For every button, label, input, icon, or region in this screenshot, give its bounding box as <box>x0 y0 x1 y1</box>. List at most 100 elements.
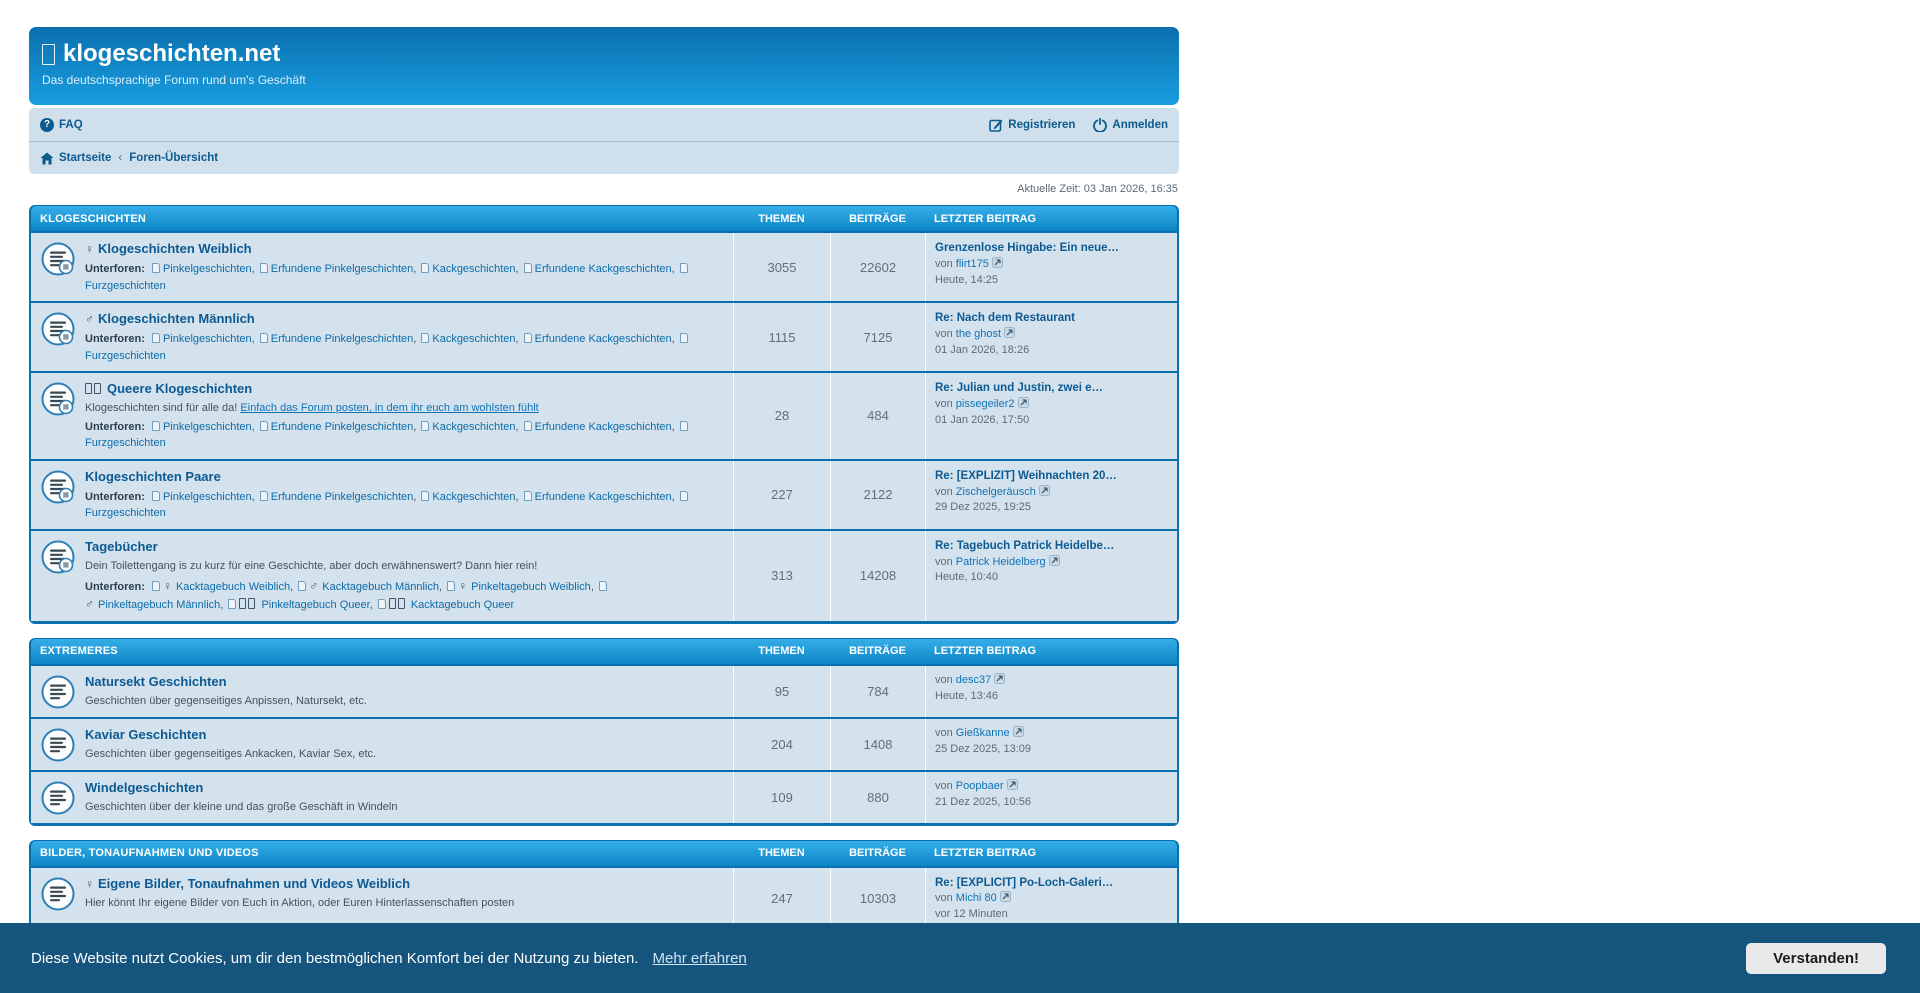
goto-last-post-icon <box>1018 397 1029 408</box>
subforum-link[interactable]: Pinkelgeschichten <box>163 491 252 503</box>
last-post-by: von Zischelgeräusch <box>935 486 1050 498</box>
column-header-last-post: LETZTER BEITRAG <box>925 213 1177 225</box>
site-logo-missing-glyph-icon <box>42 44 55 65</box>
forum-texts: Natursekt Geschichten Geschichten über g… <box>85 673 367 709</box>
breadcrumb-separator: ‹ <box>118 152 122 164</box>
subforum-link[interactable]: Furzgeschichten <box>85 437 166 449</box>
subforum-link[interactable]: Pinkeltagebuch Weiblich <box>471 581 591 593</box>
subforum-link[interactable]: Erfundene Kackgeschichten <box>535 491 672 503</box>
subforum-link[interactable]: Erfundene Pinkelgeschichten <box>271 421 413 433</box>
forum-title-link[interactable]: Queere Klogeschichten <box>107 381 252 396</box>
register-icon <box>989 118 1003 132</box>
register-link[interactable]: Registrieren <box>989 118 1075 132</box>
subforum-link[interactable]: Kackgeschichten <box>432 263 515 275</box>
last-post-user-link[interactable]: Zischelgeräusch <box>956 486 1036 498</box>
cookie-accept-button[interactable]: Verstanden! <box>1746 943 1886 974</box>
subforum-link[interactable]: Furzgeschichten <box>85 507 166 519</box>
forum-row: ♂Klogeschichten Männlich Unterforen: Pin… <box>31 303 1177 371</box>
last-post-topic-link[interactable]: Re: [EXPLICIT] Po-Loch-Galeri… <box>935 875 1167 892</box>
goto-last-post-icon <box>994 673 1005 684</box>
breadcrumb-home-link[interactable]: Startseite <box>40 152 111 165</box>
subforum-link[interactable]: Kackgeschichten <box>432 421 515 433</box>
forum-title-link[interactable]: Klogeschichten Paare <box>85 469 221 484</box>
subforum-link[interactable]: Erfundene Pinkelgeschichten <box>271 491 413 503</box>
subforum-link[interactable]: Erfundene Kackgeschichten <box>535 263 672 275</box>
subforum-page-icon <box>524 421 532 431</box>
last-post-topic-link[interactable]: Re: Nach dem Restaurant <box>935 310 1167 327</box>
cookie-learn-more-link[interactable]: Mehr erfahren <box>653 950 747 967</box>
last-post-user-link[interactable]: flirt175 <box>956 258 989 270</box>
last-post-topic-link[interactable]: Re: Tagebuch Patrick Heidelbe… <box>935 538 1167 555</box>
forum-title-link[interactable]: Klogeschichten Weiblich <box>98 241 252 256</box>
subforum-link[interactable]: Pinkeltagebuch Männlich <box>98 599 220 611</box>
forum-title-link[interactable]: Windelgeschichten <box>85 780 203 795</box>
last-post-user-link[interactable]: Poopbaer <box>956 780 1004 792</box>
breadcrumb-forum-overview-link[interactable]: Foren-Übersicht <box>129 152 218 164</box>
faq-label: FAQ <box>59 119 83 131</box>
subforum-link[interactable]: Pinkeltagebuch Queer <box>261 599 369 611</box>
last-post-user-link[interactable]: Patrick Heidelberg <box>956 556 1046 568</box>
male-icon: ♂ <box>85 597 94 611</box>
forum-texts: Tagebücher Dein Toilettengang is zu kurz… <box>85 538 725 614</box>
last-post-topic-link[interactable]: Grenzenlose Hingabe: Ein neue… <box>935 240 1167 257</box>
subforum-page-icon <box>260 491 268 501</box>
last-post-user-link[interactable]: desc37 <box>956 674 991 686</box>
login-link[interactable]: Anmelden <box>1093 118 1168 132</box>
forum-row: ♀Eigene Bilder, Tonaufnahmen und Videos … <box>31 868 1177 931</box>
subforum-link[interactable]: Furzgeschichten <box>85 280 166 292</box>
subforum-link[interactable]: Kacktagebuch Queer <box>411 599 514 611</box>
subforum-link[interactable]: Erfundene Kackgeschichten <box>535 333 672 345</box>
subforum-link[interactable]: Kacktagebuch Männlich <box>322 581 439 593</box>
last-post-date: Heute, 13:46 <box>935 690 998 702</box>
forum-title-link[interactable]: Eigene Bilder, Tonaufnahmen und Videos W… <box>98 876 410 891</box>
subforum-link[interactable]: Kacktagebuch Weiblich <box>176 581 290 593</box>
last-post-user-link[interactable]: the ghost <box>956 328 1001 340</box>
navbar-top-row: ? FAQ Registrieren Anmelden <box>29 108 1179 141</box>
category-title-link[interactable]: BILDER, TONAUFNAHMEN UND VIDEOS <box>31 847 733 859</box>
subforum-link[interactable]: Kackgeschichten <box>432 491 515 503</box>
goto-last-post-icon <box>1013 726 1024 737</box>
subforum-link[interactable]: Erfundene Pinkelgeschichten <box>271 333 413 345</box>
forum-row: Queere Klogeschichten Klogeschichten sin… <box>31 373 1177 459</box>
posts-count: 484 <box>830 373 925 459</box>
forum-title-line: Kaviar Geschichten <box>85 726 376 744</box>
subforum-link[interactable]: Kackgeschichten <box>432 333 515 345</box>
forum-title-link[interactable]: Tagebücher <box>85 539 158 554</box>
forum-icon <box>40 674 76 710</box>
site-header: klogeschichten.net Das deutschsprachige … <box>29 27 1179 105</box>
forum-description-link[interactable]: Einfach das Forum posten, in dem ihr euc… <box>240 402 538 414</box>
forum-info-cell: Kaviar Geschichten Geschichten über gege… <box>31 719 733 770</box>
column-header-posts: BEITRÄGE <box>830 645 925 657</box>
forum-title-link[interactable]: Klogeschichten Männlich <box>98 311 255 326</box>
rainbow-flag-missing-glyph-icon <box>85 382 103 396</box>
category-title-link[interactable]: EXTREMERES <box>31 645 733 657</box>
subforum-page-icon <box>680 491 688 501</box>
subforum-link[interactable]: Pinkelgeschichten <box>163 421 252 433</box>
subforum-link[interactable]: Erfundene Pinkelgeschichten <box>271 263 413 275</box>
faq-link[interactable]: ? FAQ <box>40 118 83 132</box>
topics-count: 109 <box>733 772 830 823</box>
forum-title-link[interactable]: Natursekt Geschichten <box>85 674 227 689</box>
last-post-user-link[interactable]: Gießkanne <box>956 727 1010 739</box>
last-post-date: 29 Dez 2025, 19:25 <box>935 501 1031 513</box>
subforum-link[interactable]: Furzgeschichten <box>85 350 166 362</box>
forum-info-cell: Tagebücher Dein Toilettengang is zu kurz… <box>31 531 733 621</box>
subforum-link[interactable]: Pinkelgeschichten <box>163 333 252 345</box>
forum-info-cell: Queere Klogeschichten Klogeschichten sin… <box>31 373 733 459</box>
subforum-link[interactable]: Pinkelgeschichten <box>163 263 252 275</box>
forum-info-cell: Natursekt Geschichten Geschichten über g… <box>31 666 733 717</box>
last-post-topic-link[interactable]: Re: Julian und Justin, zwei e… <box>935 380 1167 397</box>
last-post-user-link[interactable]: Michi 80 <box>956 892 997 904</box>
topics-count: 28 <box>733 373 830 459</box>
forum-title-link[interactable]: Kaviar Geschichten <box>85 727 206 742</box>
last-post-user-link[interactable]: pissegeiler2 <box>956 398 1015 410</box>
home-icon <box>40 152 54 165</box>
column-header-topics: THEMEN <box>733 847 830 859</box>
last-post-by: von desc37 <box>935 674 1005 686</box>
last-post-cell: Re: Tagebuch Patrick Heidelbe… von Patri… <box>925 531 1177 621</box>
column-header-topics: THEMEN <box>733 645 830 657</box>
site-title-text: klogeschichten.net <box>63 40 280 68</box>
subforum-link[interactable]: Erfundene Kackgeschichten <box>535 421 672 433</box>
category-title-link[interactable]: KLOGESCHICHTEN <box>31 213 733 225</box>
last-post-topic-link[interactable]: Re: [EXPLIZIT] Weihnachten 20… <box>935 468 1167 485</box>
